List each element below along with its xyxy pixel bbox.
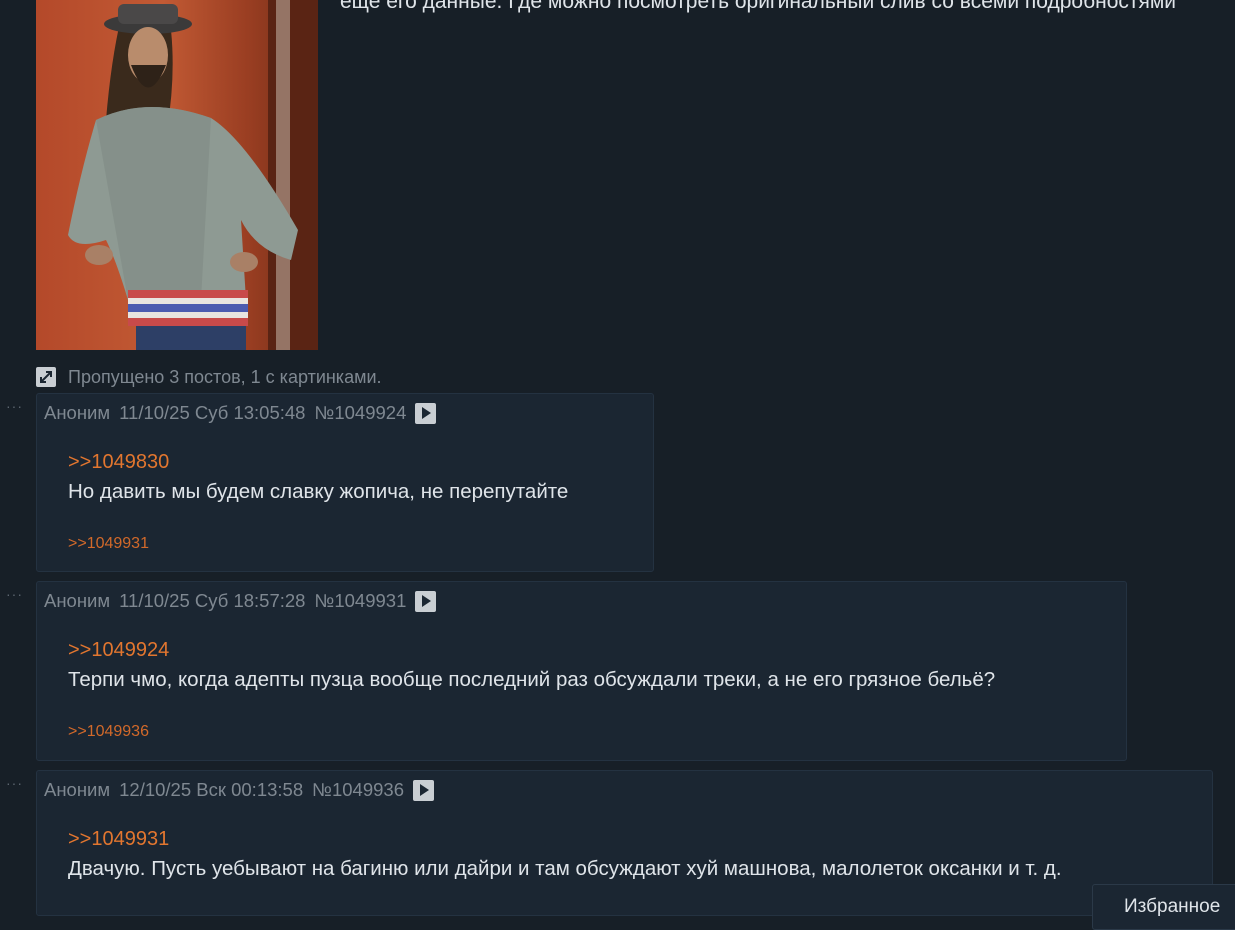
quote-link[interactable]: >>1049931: [68, 828, 169, 851]
more-dots-icon[interactable]: ···: [6, 586, 23, 602]
play-icon[interactable]: [415, 402, 437, 424]
post-author: Аноним: [44, 779, 111, 800]
post-date: 11/10/25 Суб 13:05:48: [119, 402, 306, 423]
expand-icon[interactable]: [36, 367, 56, 387]
post-author: Аноним: [44, 402, 111, 423]
quote-link[interactable]: >>1049830: [68, 451, 169, 474]
play-icon[interactable]: [413, 779, 434, 801]
post-header: Аноним 11/10/25 Суб 18:57:28 №1049931: [44, 590, 437, 612]
play-icon[interactable]: [415, 590, 437, 612]
reply-link[interactable]: >>1049936: [68, 723, 149, 741]
post-number[interactable]: №1049936: [312, 779, 404, 801]
post: Аноним 12/10/25 Вск 00:13:58 №1049936 >>…: [36, 770, 1213, 916]
post: Аноним 11/10/25 Суб 13:05:48 №1049924 >>…: [36, 393, 654, 572]
post-number[interactable]: №1049924: [314, 402, 406, 424]
op-thumbnail-image[interactable]: [36, 0, 318, 350]
thread-page: еще его данные. Где можно посмотреть ори…: [0, 0, 1235, 930]
more-dots-icon[interactable]: ···: [6, 775, 23, 791]
post-body: Но давить мы будем славку жопича, не пер…: [68, 480, 569, 503]
favorites-button[interactable]: Избранное: [1092, 884, 1235, 930]
op-post-text: еще его данные. Где можно посмотреть ори…: [340, 0, 1177, 13]
omitted-posts-line: Пропущено 3 постов, 1 с картинками.: [36, 366, 382, 388]
post: Аноним 11/10/25 Суб 18:57:28 №1049931 >>…: [36, 581, 1127, 761]
post-body: Терпи чмо, когда адепты пузца вообще пос…: [68, 668, 996, 691]
post-number[interactable]: №1049931: [314, 590, 406, 612]
more-dots-icon[interactable]: ···: [6, 398, 23, 414]
reply-link[interactable]: >>1049931: [68, 535, 149, 553]
post-author: Аноним: [44, 590, 111, 611]
post-header: Аноним 11/10/25 Суб 13:05:48 №1049924: [44, 402, 437, 424]
favorites-label: Избранное: [1124, 896, 1221, 917]
post-header: Аноним 12/10/25 Вск 00:13:58 №1049936: [44, 779, 434, 801]
omitted-posts-text: Пропущено 3 постов, 1 с картинками.: [68, 366, 382, 387]
post-date: 11/10/25 Суб 18:57:28: [119, 590, 306, 611]
post-body: Двачую. Пусть уебывают на багиню или дай…: [68, 857, 1062, 880]
post-date: 12/10/25 Вск 00:13:58: [119, 779, 304, 800]
quote-link[interactable]: >>1049924: [68, 639, 169, 662]
